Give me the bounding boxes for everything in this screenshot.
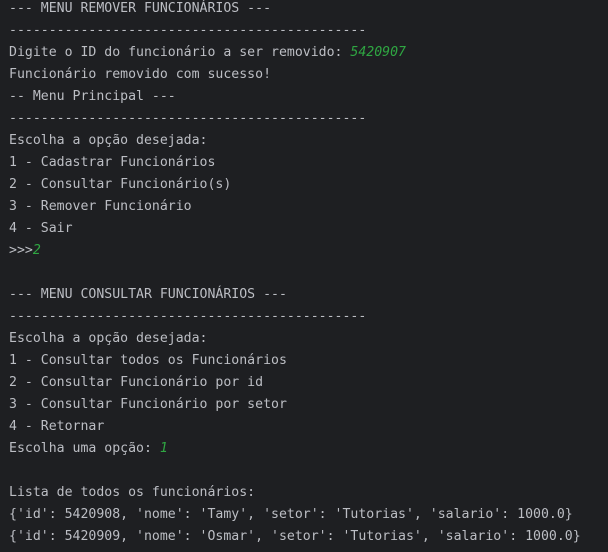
line-text: 4 - Sair [9,221,73,236]
console-line: Escolha a opção desejada: [9,130,608,152]
line-text: 1 - Consultar todos os Funcionários [9,353,287,368]
line-text: 2 - Consultar Funcionário por id [9,375,264,390]
console-line: 4 - Sair [9,218,608,240]
line-text: Digite o ID do funcionário a ser removid… [9,45,351,60]
console-line: ----------------------------------------… [9,108,608,130]
line-text: ----------------------------------------… [9,309,367,324]
console-line: -- Menu Principal --- [9,86,608,108]
console-line: >>>2 [9,240,608,262]
line-text: 3 - Consultar Funcionário por setor [9,397,287,412]
console-output[interactable]: --- MENU REMOVER FUNCIONÁRIOS --- ------… [0,0,608,552]
console-line: Lista de todos os funcionários: [9,482,608,504]
line-text: --- MENU REMOVER FUNCIONÁRIOS --- [9,1,272,16]
line-text: --- MENU CONSULTAR FUNCIONÁRIOS --- [9,287,287,302]
console-line: 2 - Consultar Funcionário(s) [9,174,608,196]
console-line: Funcionário removido com sucesso! [9,64,608,86]
line-text: Funcionário removido com sucesso! [9,67,272,82]
console-line: Escolha a opção desejada: [9,328,608,350]
line-text: 1 - Cadastrar Funcionários [9,155,216,170]
line-text: 4 - Retornar [9,419,105,434]
console-line: {'id': 5420908, 'nome': 'Tamy', 'setor':… [9,504,608,526]
line-text: Escolha a opção desejada: [9,331,208,346]
line-text: Escolha a opção desejada: [9,133,208,148]
line-text: {'id': 5420908, 'nome': 'Tamy', 'setor':… [9,507,573,522]
console-line: 4 - Retornar [9,416,608,438]
console-line: {'id': 5420909, 'nome': 'Osmar', 'setor'… [9,526,608,548]
console-line: --- MENU CONSULTAR FUNCIONÁRIOS --- [9,284,608,306]
console-line: 3 - Consultar Funcionário por setor [9,394,608,416]
console-line: Digite o ID do funcionário a ser removid… [9,42,608,64]
line-text: ----------------------------------------… [9,111,367,126]
line-text: 3 - Remover Funcionário [9,199,192,214]
line-text: ----------------------------------------… [9,23,367,38]
user-input: 2 [32,243,41,258]
console-line: ----------------------------------------… [9,306,608,328]
line-text: 2 - Consultar Funcionário(s) [9,177,232,192]
line-text: {'id': 5420909, 'nome': 'Osmar', 'setor'… [9,529,581,544]
line-text: Escolha uma opção: [9,441,160,456]
console-line: 1 - Cadastrar Funcionários [9,152,608,174]
console-line: --- MENU REMOVER FUNCIONÁRIOS --- [9,0,608,20]
console-line: Escolha uma opção: 1 [9,438,608,460]
user-input: 1 [159,441,168,456]
line-text: -- Menu Principal --- [9,89,176,104]
user-input: 5420907 [350,45,406,60]
line-text: >>> [9,243,33,258]
console-line: 2 - Consultar Funcionário por id [9,372,608,394]
console-line: 3 - Remover Funcionário [9,196,608,218]
line-text: Lista de todos os funcionários: [9,485,256,500]
console-line: ----------------------------------------… [9,20,608,42]
console-line: 1 - Consultar todos os Funcionários [9,350,608,372]
